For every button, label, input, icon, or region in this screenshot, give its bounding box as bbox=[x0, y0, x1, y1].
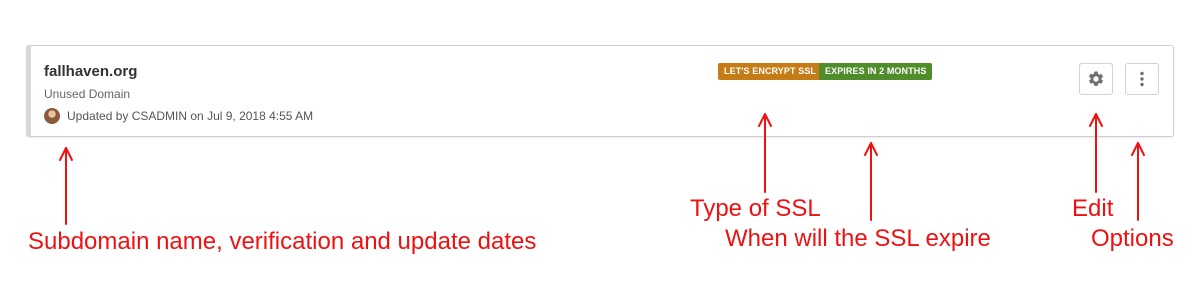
options-button[interactable] bbox=[1125, 63, 1159, 95]
annotation-ssl-expire: When will the SSL expire bbox=[725, 225, 991, 252]
domain-name[interactable]: fallhaven.org bbox=[44, 63, 137, 80]
updated-text: Updated by CSADMIN on Jul 9, 2018 4:55 A… bbox=[67, 109, 314, 123]
annotation-subdomain: Subdomain name, verification and update … bbox=[28, 228, 537, 255]
ssl-type-badge: LET'S ENCRYPT SSL bbox=[718, 63, 823, 80]
edit-button[interactable] bbox=[1079, 63, 1113, 95]
annotation-ssl-type: Type of SSL bbox=[690, 195, 821, 222]
domain-card: fallhaven.org Unused Domain Updated by C… bbox=[26, 45, 1174, 137]
gear-icon bbox=[1088, 71, 1104, 86]
avatar bbox=[44, 108, 60, 124]
updated-info: Updated by CSADMIN on Jul 9, 2018 4:55 A… bbox=[44, 108, 313, 124]
ssl-expiry-badge: EXPIRES IN 2 MONTHS bbox=[819, 63, 933, 80]
annotation-options: Options bbox=[1091, 225, 1174, 252]
domain-status: Unused Domain bbox=[44, 87, 131, 101]
vertical-ellipsis-icon bbox=[1140, 71, 1144, 87]
annotation-edit: Edit bbox=[1072, 195, 1114, 222]
